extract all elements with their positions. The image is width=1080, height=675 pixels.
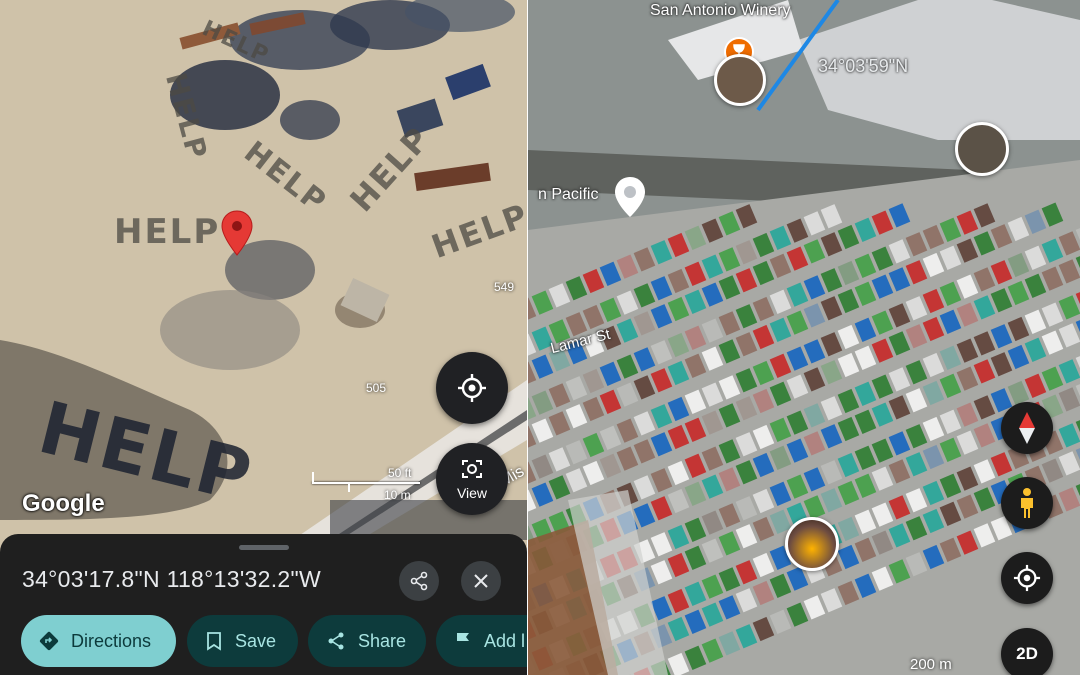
flag-icon <box>457 633 469 649</box>
coordinate-overlay-label: 34°03'59"N <box>818 56 909 76</box>
save-label: Save <box>235 630 277 651</box>
photo-marker[interactable] <box>785 517 839 571</box>
scale-label-right: 200 m <box>910 656 952 673</box>
my-location-button-right[interactable] <box>1001 552 1053 604</box>
railroad-label: n Pacific <box>538 186 599 203</box>
close-icon <box>474 574 488 588</box>
add-label-label: Add l <box>484 630 526 651</box>
directions-button[interactable]: Directions <box>21 615 176 667</box>
left-map-panel[interactable]: HELP HELP HELP HELP HELP HELP HELP 549 5… <box>0 0 527 675</box>
view-label: View <box>456 485 488 501</box>
directions-label: Directions <box>71 630 152 651</box>
close-button[interactable] <box>461 561 501 601</box>
directions-icon <box>39 631 59 651</box>
compass-button[interactable] <box>1001 402 1053 454</box>
pegman-button[interactable] <box>1001 477 1053 529</box>
my-location-button[interactable] <box>436 352 508 424</box>
sheet-drag-handle[interactable] <box>239 545 289 550</box>
right-map-panel[interactable]: San Antonio Winery 34°03'59"N n Pacific … <box>528 0 1080 675</box>
add-label-button[interactable]: Add l <box>436 615 527 667</box>
winery-label: San Antonio Winery <box>650 2 791 19</box>
view-mode-2d-button[interactable]: 2D <box>1001 628 1053 675</box>
bookmark-icon <box>207 632 221 651</box>
location-pin-icon[interactable] <box>219 209 255 257</box>
share-label: Share <box>358 630 407 651</box>
map-scale: 50 ft 10 m <box>312 462 424 502</box>
google-logo: Google <box>22 490 105 517</box>
help-marking: HELP <box>114 212 221 252</box>
scale-imperial: 50 ft <box>388 466 412 480</box>
scale-metric: 10 m <box>384 488 411 502</box>
photo-marker[interactable] <box>714 54 766 106</box>
street-view-button[interactable]: View <box>436 443 508 515</box>
share-icon <box>410 571 428 591</box>
pegman-icon <box>1021 488 1033 518</box>
crosshair-icon <box>458 374 486 402</box>
share-button[interactable]: Share <box>308 615 426 667</box>
road-label: 549 <box>494 280 515 294</box>
road-label: 505 <box>366 381 387 395</box>
crosshair-icon <box>1013 564 1041 592</box>
place-marker-icon[interactable] <box>612 175 648 219</box>
share-icon-button[interactable] <box>399 561 439 601</box>
compass-icon <box>1019 412 1035 444</box>
share-icon <box>328 632 344 650</box>
view-camera-icon <box>462 460 482 478</box>
photo-marker[interactable] <box>955 122 1009 176</box>
coordinates-title: 34°03'17.8"N 118°13'32.2"W <box>22 566 321 592</box>
scale-bar <box>312 482 420 484</box>
place-bottom-sheet[interactable]: 34°03'17.8"N 118°13'32.2"W Directions Sa… <box>0 534 527 675</box>
save-button[interactable]: Save <box>187 615 298 667</box>
